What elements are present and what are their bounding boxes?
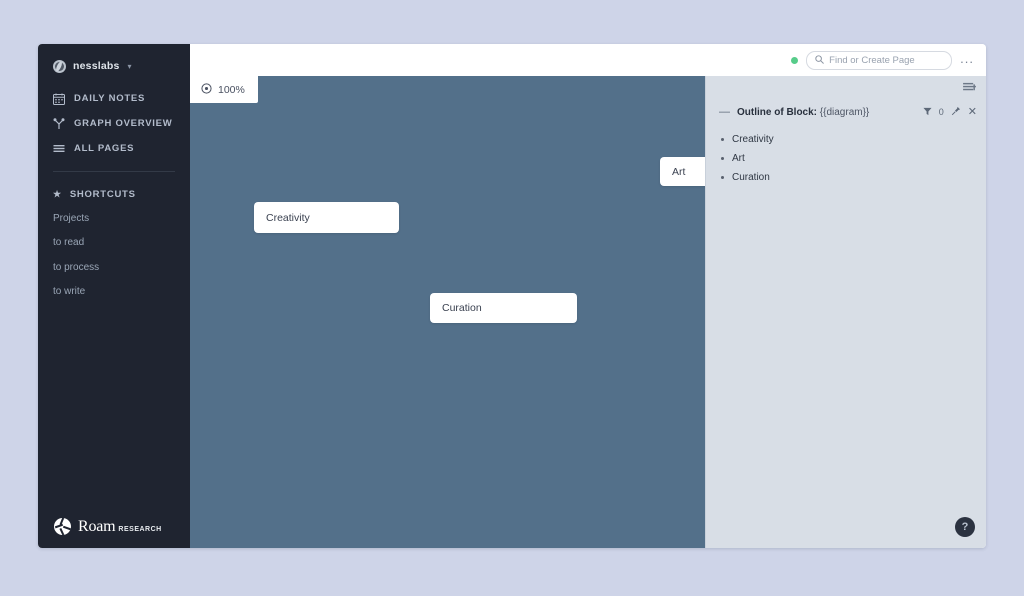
outline-list-item[interactable]: Creativity (721, 130, 986, 149)
canvas-node-label: Creativity (266, 211, 310, 224)
zoom-level-label: 100% (218, 83, 245, 96)
more-options-button[interactable]: ... (960, 52, 974, 69)
roam-app-window: nesslabs ▾ DAILY NOTES GRAPH OVERVIEW AL… (38, 44, 986, 548)
close-icon[interactable]: ✕ (968, 106, 977, 118)
sidebar-item-label: DAILY NOTES (74, 93, 146, 104)
canvas-node-creativity[interactable]: Creativity (254, 202, 399, 233)
canvas-node-label: Art (672, 165, 686, 178)
brand-suffix: RESEARCH (118, 526, 162, 533)
shortcut-label: to write (53, 286, 86, 298)
outline-title-prefix: Outline of Block: (737, 106, 817, 118)
main-area: ... 100% Art Creat (190, 44, 986, 548)
bullet-icon (721, 157, 724, 160)
shortcuts-heading-label: SHORTCUTS (69, 188, 136, 200)
outline-item-label: Art (732, 153, 745, 164)
brand-name: Roam (78, 517, 116, 535)
right-sidebar-toolbar (706, 76, 986, 102)
content-row: 100% Art Creativity Curation — Outline o… (190, 76, 986, 548)
search-input[interactable] (829, 54, 944, 66)
roam-research-logo: Roam RESEARCH (54, 518, 162, 535)
shortcut-item-to-read[interactable]: to read (38, 231, 190, 256)
filter-icon[interactable] (923, 103, 932, 121)
search-box[interactable] (806, 50, 953, 70)
sidebar-menu-icon[interactable] (963, 80, 976, 98)
calendar-icon (53, 93, 65, 105)
shortcut-label: to read (53, 237, 85, 249)
shortcut-label: to process (53, 261, 100, 273)
outline-list: Creativity Art Curation (706, 122, 986, 187)
connection-status-dot (791, 56, 799, 64)
sidebar-item-all-pages[interactable]: ALL PAGES (38, 136, 190, 161)
outline-item-label: Curation (732, 172, 770, 183)
outline-panel-title: Outline of Block: {{diagram}} (737, 107, 916, 118)
help-button[interactable]: ? (955, 517, 975, 537)
canvas-node-label: Curation (442, 302, 482, 314)
sidebar-item-label: GRAPH OVERVIEW (74, 118, 173, 129)
outline-panel-header: — Outline of Block: {{diagram}} 0 ✕ (706, 102, 986, 122)
sidebar-nav: DAILY NOTES GRAPH OVERVIEW ALL PAGES (38, 86, 190, 161)
outline-item-label: Creativity (732, 134, 774, 145)
chevron-down-icon[interactable]: ▾ (128, 62, 132, 71)
left-sidebar: nesslabs ▾ DAILY NOTES GRAPH OVERVIEW AL… (38, 44, 190, 548)
user-menu[interactable]: nesslabs ▾ (38, 44, 190, 76)
outline-title-ref: {{diagram}} (819, 106, 870, 118)
target-icon (201, 81, 212, 99)
right-sidebar: — Outline of Block: {{diagram}} 0 ✕ Crea… (705, 76, 986, 548)
graph-icon (53, 117, 65, 130)
filter-count: 0 (938, 107, 944, 117)
list-icon (53, 143, 65, 155)
sidebar-item-graph-overview[interactable]: GRAPH OVERVIEW (38, 111, 190, 136)
minus-icon[interactable]: — (719, 106, 730, 118)
diagram-canvas[interactable]: 100% Art Creativity Curation (190, 76, 803, 548)
shortcut-label: Projects (53, 212, 90, 224)
bullet-icon (721, 138, 724, 141)
zoom-control[interactable]: 100% (190, 76, 258, 103)
outline-panel-actions: 0 ✕ (923, 103, 977, 121)
star-icon: ★ (53, 188, 62, 199)
shortcut-item-to-process[interactable]: to process (38, 255, 190, 280)
username-label: nesslabs (73, 60, 120, 72)
user-avatar-icon (53, 59, 66, 73)
shortcuts-heading: ★ SHORTCUTS (38, 182, 190, 206)
shortcuts-list: Projects to read to process to write (38, 206, 190, 304)
roam-logo-icon (54, 518, 71, 535)
canvas-node-curation[interactable]: Curation (430, 293, 577, 323)
sidebar-item-label: ALL PAGES (74, 143, 135, 154)
shortcut-item-projects[interactable]: Projects (38, 206, 190, 231)
top-bar: ... (190, 44, 986, 76)
outline-list-item[interactable]: Art (721, 149, 986, 168)
sidebar-item-daily-notes[interactable]: DAILY NOTES (38, 86, 190, 111)
shortcut-item-to-write[interactable]: to write (38, 280, 190, 305)
sidebar-divider (53, 171, 175, 172)
bullet-icon (721, 176, 724, 179)
outline-list-item[interactable]: Curation (721, 168, 986, 187)
search-icon (815, 51, 824, 69)
pin-icon[interactable] (951, 103, 961, 121)
